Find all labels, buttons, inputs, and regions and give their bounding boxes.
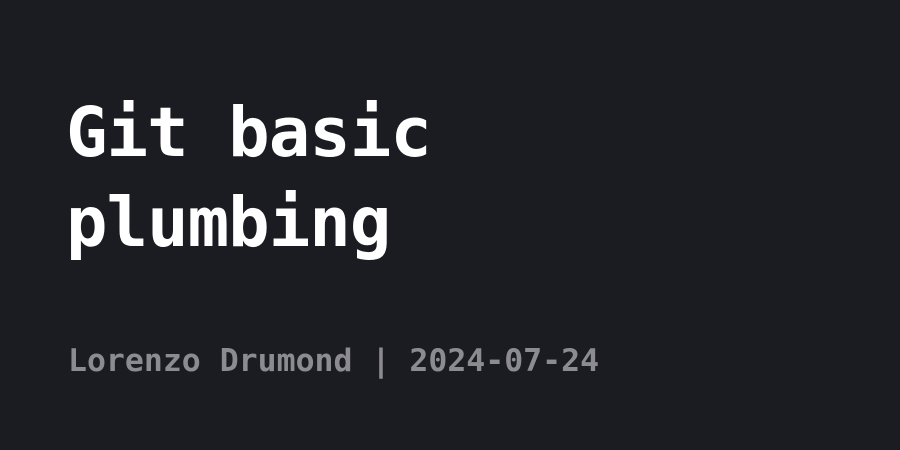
post-title-line-1: Git basic bbox=[66, 93, 432, 173]
post-card: Git basic plumbing Lorenzo Drumond | 202… bbox=[0, 0, 900, 450]
post-title: Git basic plumbing bbox=[66, 88, 626, 268]
post-date: 2024-07-24 bbox=[409, 343, 600, 379]
meta-separator: | bbox=[352, 343, 410, 379]
post-meta: Lorenzo Drumond | 2024-07-24 bbox=[68, 339, 599, 383]
post-title-line-2: plumbing bbox=[66, 183, 391, 263]
post-author: Lorenzo Drumond bbox=[68, 343, 353, 379]
